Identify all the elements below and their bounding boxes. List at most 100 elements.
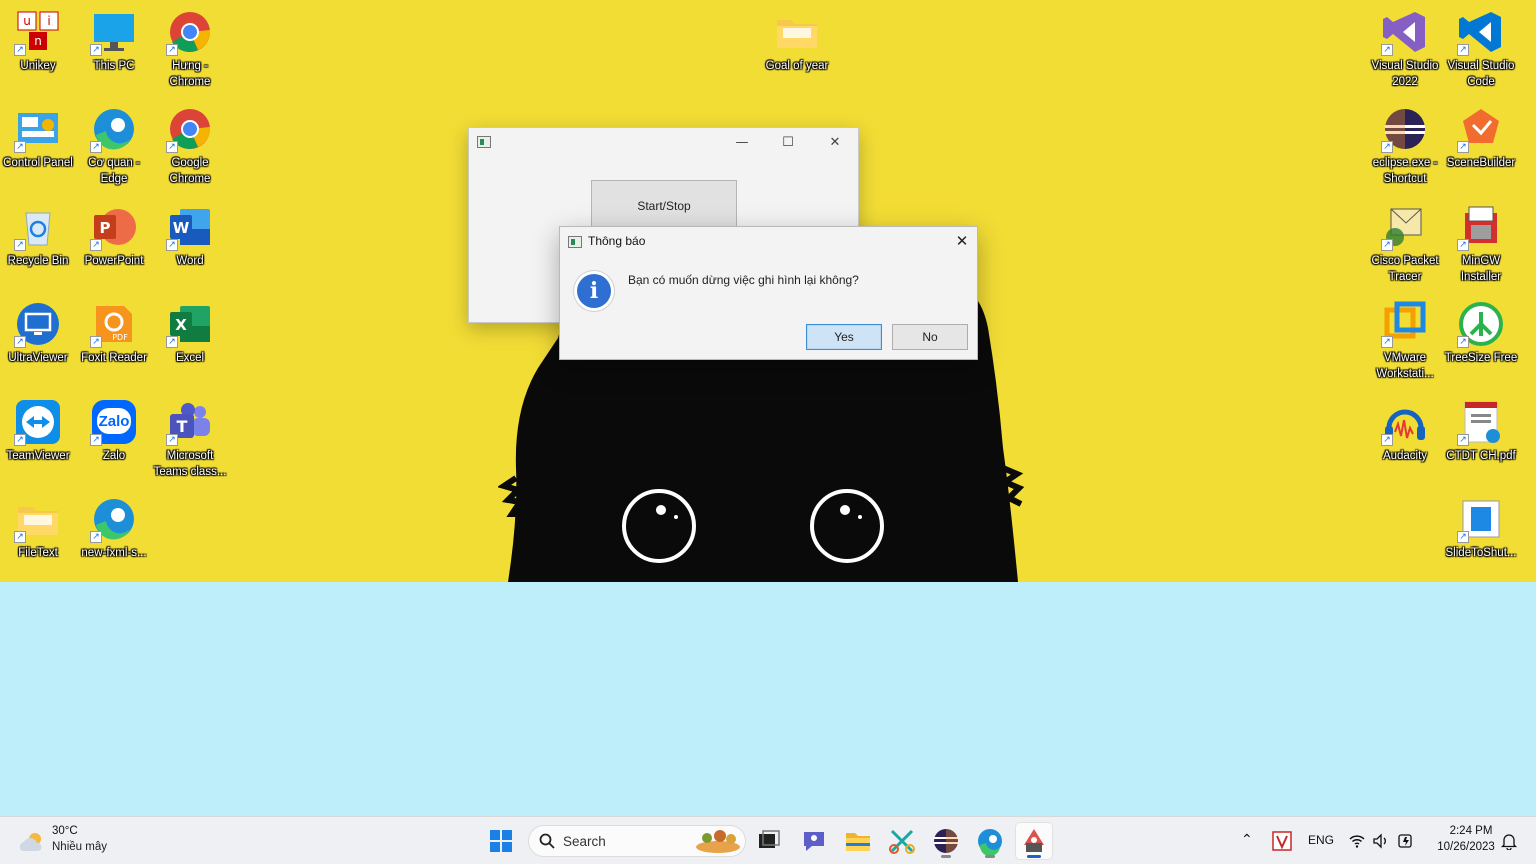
desktop-icon-scenebuilder[interactable]: ↗ SceneBuilder	[1443, 101, 1519, 171]
icon-glyph-text: Zalo	[98, 413, 130, 430]
shortcut-arrow-icon: ↗	[1457, 239, 1469, 251]
confirm-dialog[interactable]: Thông báo ✕ i Bạn có muốn dừng việc ghi …	[559, 226, 978, 360]
search-placeholder: Search	[563, 834, 606, 849]
desktop-icon-new-fxml-s[interactable]: ↗ new-fxml-s...	[76, 491, 152, 561]
edge-icon: ↗	[90, 105, 138, 153]
folder-icon: ↗	[14, 495, 62, 543]
desktop-icon-eclipse-exe-shortcut[interactable]: ↗ eclipse.exe - Shortcut	[1367, 101, 1443, 187]
desktop-icon-h-ng-chrome[interactable]: ↗ Hưng - Chrome	[152, 4, 228, 90]
vmware-icon: ↗	[1381, 300, 1429, 348]
desktop-icon-visual-studio-2022[interactable]: ↗ Visual Studio 2022	[1367, 4, 1443, 90]
eclipse-taskbar-button[interactable]	[928, 823, 964, 859]
mingw-icon: ↗	[1457, 203, 1505, 251]
desktop-icon-c-quan-edge[interactable]: ↗ Cơ quan - Edge	[76, 101, 152, 187]
desktop-icon-teamviewer[interactable]: ↗ TeamViewer	[0, 394, 76, 464]
edge-taskbar-button[interactable]	[972, 823, 1008, 859]
tray-overflow-chevron-icon[interactable]: ⌃	[1241, 831, 1253, 848]
desktop-icon-treesize-free[interactable]: ↗ TreeSize Free	[1443, 296, 1519, 366]
clock-time[interactable]: 2:24 PM	[1436, 825, 1506, 837]
shortcut-arrow-icon: ↗	[14, 336, 26, 348]
zalo-icon: Zalo ↗	[90, 398, 138, 446]
search-icon	[539, 833, 555, 849]
desktop-icon-label: VMware Workstati...	[1376, 352, 1434, 380]
weather-widget[interactable]: 30°C Nhiều mây	[18, 825, 138, 859]
shortcut-arrow-icon: ↗	[14, 531, 26, 543]
desktop-icon-slidetoshut[interactable]: ↗ SlideToShut...	[1443, 491, 1519, 561]
desktop-icon-zalo[interactable]: Zalo ↗ Zalo	[76, 394, 152, 464]
chat-button[interactable]	[796, 823, 832, 859]
search-highlight-icon	[696, 830, 740, 853]
desktop-icon-ultraviewer[interactable]: ↗ UltraViewer	[0, 296, 76, 366]
weather-temperature: 30°C	[52, 825, 78, 837]
desktop-icon-ctdt-ch-pdf[interactable]: ↗ CTDT CH.pdf	[1443, 394, 1519, 464]
taskbar-search[interactable]: Search	[528, 825, 746, 857]
desktop-icon-recycle-bin[interactable]: ↗ Recycle Bin	[0, 199, 76, 269]
desktop-icon-label: Audacity	[1382, 450, 1428, 462]
wifi-icon[interactable]	[1348, 832, 1366, 850]
language-indicator[interactable]: ENG	[1308, 833, 1334, 847]
desktop-icon-word[interactable]: W ↗ Word	[152, 199, 228, 269]
file-explorer-icon	[846, 833, 870, 851]
desktop-icon-excel[interactable]: X ↗ Excel	[152, 296, 228, 366]
desktop-icon-label: Excel	[175, 352, 205, 364]
desktop-icon-vmware-workstati[interactable]: ↗ VMware Workstati...	[1367, 296, 1443, 382]
dialog-window-icon	[568, 236, 582, 248]
no-button[interactable]: No	[892, 324, 968, 350]
shortcut-arrow-icon: ↗	[90, 44, 102, 56]
desktop-icon-label: Word	[176, 255, 204, 267]
desktop-icon-visual-studio-code[interactable]: ↗ Visual Studio Code	[1443, 4, 1519, 90]
desktop-icon-label: Google Chrome	[169, 157, 211, 185]
dialog-close-button[interactable]: ✕	[945, 227, 979, 255]
antivirus-tray-icon[interactable]	[1272, 831, 1292, 851]
shortcut-arrow-icon: ↗	[166, 44, 178, 56]
desktop-icon-this-pc[interactable]: ↗ This PC	[76, 4, 152, 74]
app-window-icon	[477, 136, 491, 148]
shortcut-arrow-icon: ↗	[14, 239, 26, 251]
desktop-icon-unikey[interactable]: u i n ↗ Unikey	[0, 4, 76, 74]
ultraviewer-icon: ↗	[14, 300, 62, 348]
start-stop-button[interactable]: Start/Stop	[591, 180, 737, 230]
desktop-icon-filetext[interactable]: ↗ FileText	[0, 491, 76, 561]
info-icon: i	[574, 271, 614, 311]
desktop-icon-cisco-packet-tracer[interactable]: ↗ Cisco Packet Tracer	[1367, 199, 1443, 285]
desktop-icon-label: TeamViewer	[6, 450, 70, 462]
shortcut-arrow-icon: ↗	[166, 434, 178, 446]
svg-text:W: W	[173, 219, 190, 237]
notification-bell-icon[interactable]	[1500, 832, 1518, 850]
desktop-icon-google-chrome[interactable]: ↗ Google Chrome	[152, 101, 228, 187]
shortcut-arrow-icon: ↗	[166, 336, 178, 348]
desktop-icon-mingw-installer[interactable]: ↗ MinGW Installer	[1443, 199, 1519, 285]
yes-button[interactable]: Yes	[806, 324, 882, 350]
start-button[interactable]	[483, 823, 519, 859]
desktop-icon-foxit-reader[interactable]: PDF ↗ Foxit Reader	[76, 296, 152, 366]
desktop-icon-label: Goal of year	[765, 60, 829, 72]
close-button[interactable]: ✕	[812, 128, 858, 158]
app-titlebar[interactable]: — ☐ ✕	[469, 128, 858, 158]
task-view-button[interactable]	[750, 823, 786, 859]
shortcut-arrow-icon: ↗	[90, 336, 102, 348]
edge-icon	[978, 829, 1002, 857]
java-app-taskbar-button[interactable]	[1016, 823, 1052, 859]
desktop-icon-label: PowerPoint	[84, 255, 144, 267]
desktop-icon-microsoft-teams-class[interactable]: T ↗ Microsoft Teams class...	[152, 394, 228, 480]
desktop-icon-label: Cisco Packet Tracer	[1371, 255, 1439, 283]
desktop-icon-powerpoint[interactable]: P ↗ PowerPoint	[76, 199, 152, 269]
clock-date[interactable]: 10/26/2023	[1426, 841, 1506, 853]
minimize-button[interactable]: —	[719, 128, 765, 158]
battery-icon[interactable]	[1396, 832, 1416, 850]
svg-text:P: P	[100, 219, 111, 237]
snipping-tool-button[interactable]	[884, 823, 920, 859]
file-explorer-button[interactable]	[840, 823, 876, 859]
volume-icon[interactable]	[1372, 832, 1390, 850]
recycle-bin-icon: ↗	[14, 203, 62, 251]
desktop-icon-goal-of-year[interactable]: Goal of year	[759, 4, 835, 74]
shortcut-arrow-icon: ↗	[1381, 336, 1393, 348]
desktop-icon-label: Control Panel	[3, 157, 73, 169]
desktop-icon-label: Foxit Reader	[81, 352, 147, 364]
desktop-icon-audacity[interactable]: ↗ Audacity	[1367, 394, 1443, 464]
desktop-icon-control-panel[interactable]: ↗ Control Panel	[0, 101, 76, 171]
maximize-button[interactable]: ☐	[765, 128, 811, 158]
shortcut-arrow-icon: ↗	[14, 141, 26, 153]
chat-icon	[804, 832, 824, 851]
wallpaper-blue	[0, 582, 1536, 816]
